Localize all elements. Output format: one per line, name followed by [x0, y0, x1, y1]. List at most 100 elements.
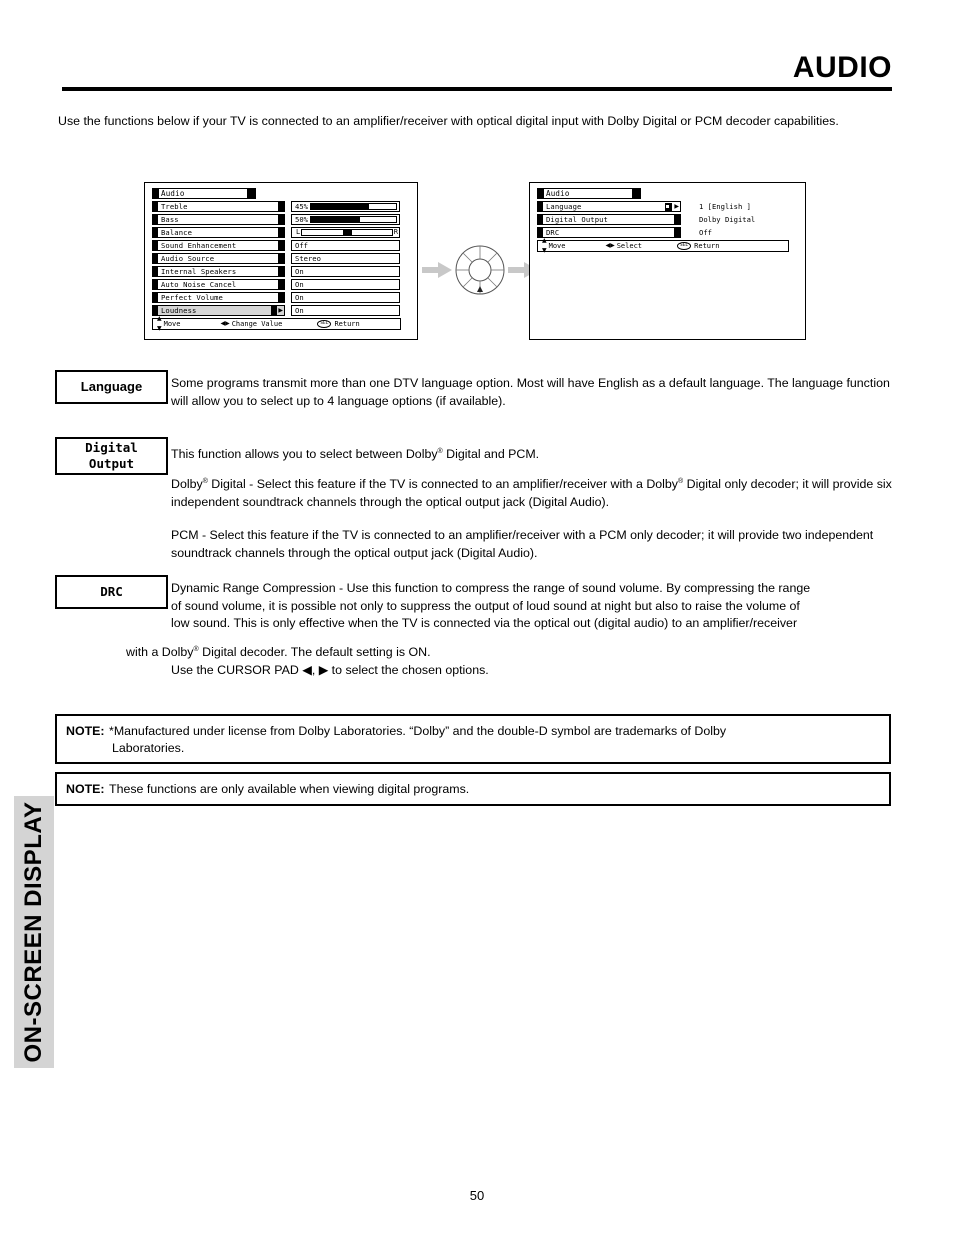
osd-row-label: Treble	[161, 202, 188, 211]
osd-row-label-box[interactable]: Sound Enhancement	[152, 240, 285, 251]
drc-line-4: with a Dolby® Digital decoder. The defau…	[126, 641, 906, 662]
digital-output-label-line2: Output	[88, 456, 135, 471]
osd-row-label: Balance	[161, 228, 192, 237]
hint-move: ▲ ▼ Move	[153, 314, 180, 334]
title-right-cap-icon	[247, 189, 255, 198]
hint-move: ▲ ▼ Move	[538, 236, 565, 256]
drc-line-1: Dynamic Range Compression - Use this fun…	[171, 581, 811, 595]
left-right-arrow-icon: ◀▶	[220, 320, 230, 327]
osd-menu-panel-audio-analog: Audio Treble 45% Bass 50% Balance L R Sound Enh…	[144, 182, 418, 340]
note-label: NOTE:	[66, 724, 105, 738]
section-box-drc: DRC	[55, 575, 168, 609]
hint-change-value: ◀▶ Change Value	[216, 319, 282, 329]
row-right-cap-icon	[674, 215, 680, 224]
osd-row-value-box[interactable]: On	[291, 292, 400, 303]
osd-row-label: Audio Source	[161, 254, 215, 263]
osd-row-label-box[interactable]: Loudness ▶	[152, 305, 285, 316]
drc-line-4-a: with a Dolby	[126, 645, 194, 660]
osd-row-value: On	[295, 280, 304, 289]
level-bar-fill	[310, 204, 369, 209]
hint-return: SEL Return	[672, 241, 719, 251]
osd-row-audio-source[interactable]: Audio Source Stereo	[152, 253, 410, 264]
osd-row-value-box[interactable]: On	[291, 266, 400, 277]
balance-slider-knob[interactable]	[343, 230, 352, 235]
osd-row-value-box[interactable]: LR	[291, 227, 400, 238]
osd-panel-1-rows: Treble 45% Bass 50% Balance L R Sound Enhanceme…	[152, 201, 410, 316]
drc-line-5: Use the CURSOR PAD ◀, ▶ to select the ch…	[171, 662, 906, 680]
osd-row-value: On	[295, 267, 304, 276]
section-box-drc-label: DRC	[100, 584, 123, 599]
left-right-arrow-icon: ◀▶	[605, 242, 615, 249]
note-text: These functions are only available when …	[109, 782, 470, 796]
osd-panel-1-title-chip: Audio	[152, 188, 256, 199]
osd-row-value[interactable]: Dolby Digital	[699, 214, 755, 225]
row-right-arrow-icon[interactable]: ▶	[673, 201, 680, 212]
osd-row-value-box[interactable]: On	[291, 305, 400, 316]
row-right-cap-icon	[278, 215, 284, 224]
drc-line-3: low sound. This is only effective when t…	[171, 616, 798, 630]
balance-slider-track[interactable]	[301, 229, 393, 236]
osd-row-balance[interactable]: Balance L R	[152, 227, 410, 238]
osd-row-label-box[interactable]: Internal Speakers	[152, 266, 285, 277]
osd-row-label-box[interactable]: Digital Output	[537, 214, 681, 225]
osd-row-value: 45%	[295, 202, 308, 211]
osd-row-value-box[interactable]: 45%	[291, 201, 400, 212]
hint-return-label: Return	[334, 320, 360, 328]
osd-row-label-box[interactable]: Perfect Volume	[152, 292, 285, 303]
language-selector-icon[interactable]	[665, 202, 673, 211]
note-label: NOTE:	[66, 782, 105, 796]
drc-line-4-b: Digital decoder. The default setting is …	[198, 645, 431, 660]
intro-paragraph: Use the functions below if your TV is co…	[58, 114, 839, 128]
osd-row-internal-speakers[interactable]: Internal Speakers On	[152, 266, 410, 277]
row-right-cap-icon	[278, 267, 284, 276]
osd-row-sound-enhancement[interactable]: Sound Enhancement Off	[152, 240, 410, 251]
osd-row-loudness[interactable]: Loudness ▶ On	[152, 305, 410, 316]
osd-row-value[interactable]: Off	[699, 227, 712, 238]
osd-panel-2-rows: Language ▶ 1 [English ] Digital Output Dolby…	[537, 201, 798, 238]
osd-row-drc[interactable]: DRC Off	[537, 227, 798, 238]
osd-row-value-box[interactable]: Off	[291, 240, 400, 251]
osd-panel-1-title: Audio	[161, 189, 185, 198]
row-right-arrow-icon[interactable]: ▶	[277, 305, 284, 316]
osd-row-value: Stereo	[295, 254, 321, 263]
drc-line-2: of sound volume, it is possible not only…	[171, 598, 800, 613]
osd-row-label-box[interactable]: Treble	[152, 201, 285, 212]
osd-row-value-box[interactable]: 50%	[291, 214, 400, 225]
title-divider	[62, 87, 892, 91]
osd-row-language[interactable]: Language ▶ 1 [English ]	[537, 201, 798, 212]
osd-row-digital-output[interactable]: Digital Output Dolby Digital	[537, 214, 798, 225]
section-text-pcm-paragraph: PCM - Select this feature if the TV is c…	[171, 528, 874, 560]
osd-row-value-box[interactable]: On	[291, 279, 400, 290]
osd-row-treble[interactable]: Treble 45%	[152, 201, 410, 212]
osd-row-label-box[interactable]: Balance	[152, 227, 285, 238]
page-title: AUDIO	[792, 51, 892, 84]
title-right-cap-icon	[632, 189, 640, 198]
sel-button-icon: SEL	[317, 320, 332, 328]
drc-line-5-a: Use the CURSOR PAD	[171, 663, 303, 677]
level-bar-track[interactable]	[309, 203, 397, 210]
hint-select: ◀▶ Select	[601, 241, 642, 251]
cursor-right-arrow-icon: ▶	[318, 663, 329, 677]
osd-row-label-box[interactable]: Auto Noise Cancel	[152, 279, 285, 290]
osd-row-perfect-volume[interactable]: Perfect Volume On	[152, 292, 410, 303]
digital-output-label-line1: Digital	[85, 440, 138, 455]
level-bar-track[interactable]	[309, 216, 397, 223]
cursor-pad-transition-graphic	[422, 236, 538, 304]
osd-row-value: Off	[295, 241, 308, 250]
osd-row-label-box[interactable]: Language ▶	[537, 201, 681, 212]
section-text-dolby-paragraph: Dolby® Digital - Select this feature if …	[171, 473, 899, 511]
osd-panel-2-title-chip: Audio	[537, 188, 641, 199]
osd-row-label: Language	[546, 202, 582, 211]
hint-change-label: Change Value	[231, 320, 283, 328]
osd-row-value[interactable]: 1 [English ]	[699, 201, 751, 212]
osd-row-label-box[interactable]: Audio Source	[152, 253, 285, 264]
osd-row-label-box[interactable]: Bass	[152, 214, 285, 225]
osd-row-value: On	[295, 306, 304, 315]
osd-row-label: Internal Speakers	[161, 267, 237, 276]
osd-row-value-box[interactable]: Stereo	[291, 253, 400, 264]
osd-row-bass[interactable]: Bass 50%	[152, 214, 410, 225]
osd-row-auto-noise-cancel[interactable]: Auto Noise Cancel On	[152, 279, 410, 290]
section-text-drc: Dynamic Range Compression - Use this fun…	[171, 580, 901, 633]
hint-move-label: Move	[548, 242, 566, 250]
osd-row-label-box[interactable]: DRC	[537, 227, 681, 238]
